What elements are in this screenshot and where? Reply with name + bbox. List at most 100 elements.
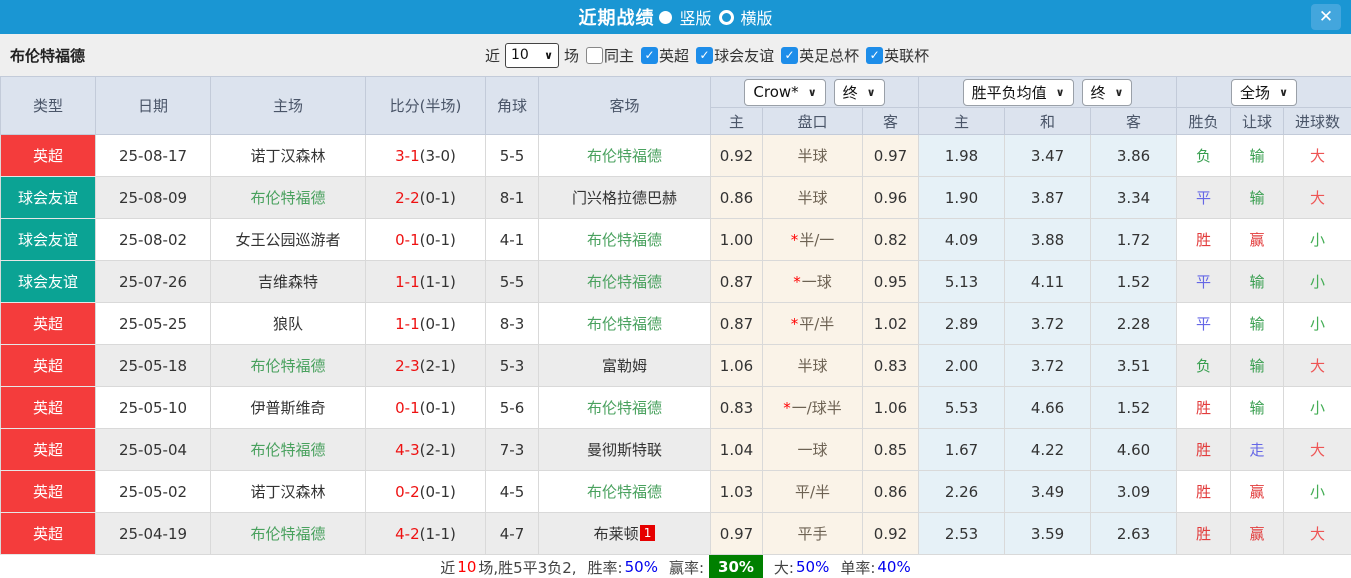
horizontal-layout-label[interactable]: 横版 — [741, 5, 773, 29]
col-header-handicap: 盘口 — [762, 107, 863, 135]
bookmaker-select[interactable]: Crow* ∨ — [744, 78, 826, 106]
home-team[interactable]: 布伦特福德 — [210, 344, 366, 387]
handicap-result: 输 — [1230, 176, 1285, 219]
league-label-premier[interactable]: 英超 — [659, 45, 689, 66]
away-team[interactable]: 曼彻斯特联 — [538, 428, 711, 471]
col-header-odds-home: 主 — [710, 107, 763, 135]
avg-draw-odds: 3.59 — [1004, 512, 1092, 555]
avg-home-odds: 5.53 — [918, 386, 1006, 429]
league-checkbox-facup[interactable]: ✓ — [781, 46, 799, 64]
home-team[interactable]: 诺丁汉森林 — [210, 470, 366, 513]
table-row: 英超 25-05-18 布伦特福德 2-3(2-1) 5-3 富勒姆 1.06 半球 0.83 2… — [0, 344, 1351, 387]
league-checkbox-friendly[interactable]: ✓ — [696, 46, 714, 64]
match-result: 平 — [1176, 260, 1232, 303]
match-result: 胜 — [1176, 218, 1232, 261]
home-team[interactable]: 布伦特福德 — [210, 512, 366, 555]
league-checkbox-eflcup[interactable]: ✓ — [866, 46, 884, 64]
avg-draw-odds: 3.49 — [1004, 470, 1092, 513]
handicap-controls-cell: Crow* ∨ 终 ∨ — [709, 76, 920, 108]
summary-oddswin-label: 赢率: — [668, 558, 705, 577]
handicap-result: 赢 — [1230, 470, 1285, 513]
vertical-layout-radio[interactable] — [659, 10, 673, 24]
handicap-home-odds: 1.04 — [710, 428, 763, 471]
handicap-result: 赢 — [1230, 512, 1285, 555]
home-team[interactable]: 狼队 — [210, 302, 366, 345]
close-button[interactable]: ✕ — [1311, 4, 1341, 30]
league-label-eflcup[interactable]: 英联杯 — [884, 45, 929, 66]
match-type-badge: 球会友谊 — [0, 176, 96, 219]
chevron-down-icon: ∨ — [544, 48, 554, 62]
handicap-away-odds: 0.97 — [861, 134, 920, 177]
chevron-down-icon: ∨ — [1055, 85, 1065, 99]
same-home-label[interactable]: 同主 — [604, 45, 634, 66]
handicap-line: *平/半 — [762, 302, 863, 345]
handicap-time-select[interactable]: 终 ∨ — [833, 78, 885, 106]
handicap-result: 输 — [1230, 386, 1285, 429]
table-row: 英超 25-05-10 伊普斯维奇 0-1(0-1) 5-6 布伦特福德 0.83 *一/球半… — [0, 386, 1351, 429]
match-count-value: 10 — [511, 47, 529, 63]
league-label-friendly[interactable]: 球会友谊 — [714, 45, 774, 66]
avg-away-odds: 4.60 — [1090, 428, 1178, 471]
match-type-badge: 英超 — [0, 470, 96, 513]
match-type-badge: 英超 — [0, 428, 96, 471]
games-label: 场 — [564, 46, 580, 65]
away-team[interactable]: 布伦特福德 — [538, 470, 711, 513]
home-team[interactable]: 布伦特福德 — [210, 428, 366, 471]
handicap-away-odds: 0.82 — [861, 218, 920, 261]
summary-single-value: 40% — [877, 558, 911, 576]
chevron-down-icon: ∨ — [807, 85, 817, 99]
avg-time-select[interactable]: 终 ∨ — [1081, 78, 1133, 106]
away-team[interactable]: 布伦特福德 — [538, 218, 711, 261]
goals-result: 大 — [1283, 176, 1351, 219]
summary-single-label: 单率: — [840, 558, 876, 577]
home-team[interactable]: 诺丁汉森林 — [210, 134, 366, 177]
col-header-handicap-result: 让球 — [1230, 107, 1285, 135]
away-team[interactable]: 布伦特福德 — [538, 134, 711, 177]
home-team[interactable]: 伊普斯维奇 — [210, 386, 366, 429]
match-date: 25-08-09 — [95, 176, 211, 219]
near-label: 近 — [485, 46, 501, 65]
match-date: 25-05-02 — [95, 470, 211, 513]
away-team[interactable]: 富勒姆 — [538, 344, 711, 387]
scope-controls-cell: 全场 ∨ — [1176, 76, 1351, 108]
handicap-line: *一球 — [762, 260, 863, 303]
goals-result: 小 — [1283, 218, 1351, 261]
col-header-avg-away: 客 — [1090, 107, 1178, 135]
same-home-checkbox[interactable] — [586, 46, 604, 64]
table-row: 球会友谊 25-08-09 布伦特福德 2-2(0-1) 8-1 门兴格拉德巴赫 0.86 半… — [0, 176, 1351, 219]
match-count-select[interactable]: 10 ∨ — [505, 42, 560, 68]
col-header-away: 客场 — [538, 76, 711, 135]
match-result: 平 — [1176, 176, 1232, 219]
home-team[interactable]: 吉维森特 — [210, 260, 366, 303]
title-bar: 近期战绩 竖版 横版 ✕ — [0, 0, 1351, 34]
table-row: 英超 25-05-25 狼队 1-1(0-1) 8-3 布伦特福德 0.87 *平/半 1.02… — [0, 302, 1351, 345]
bookmaker-select-value: Crow* — [753, 83, 799, 101]
horizontal-layout-radio[interactable] — [718, 9, 734, 25]
match-date: 25-05-25 — [95, 302, 211, 345]
league-checkbox-premier[interactable]: ✓ — [641, 46, 659, 64]
summary-oddswin-value: 30% — [709, 555, 763, 578]
check-icon: ✓ — [644, 48, 655, 62]
scope-select[interactable]: 全场 ∨ — [1231, 78, 1297, 106]
away-team[interactable]: 布莱顿 1 — [538, 512, 711, 555]
avg-odds-select[interactable]: 胜平负均值 ∨ — [962, 78, 1074, 106]
away-team[interactable]: 门兴格拉德巴赫 — [538, 176, 711, 219]
handicap-line: *半/一 — [762, 218, 863, 261]
avg-home-odds: 2.53 — [918, 512, 1006, 555]
filter-bar: 布伦特福德 近 10 ∨ 场 同主 ✓ 英超 ✓ 球会友谊 ✓ 英足总杯 ✓ 英… — [0, 34, 1351, 76]
handicap-home-odds: 1.03 — [710, 470, 763, 513]
away-team[interactable]: 布伦特福德 — [538, 260, 711, 303]
vertical-layout-label[interactable]: 竖版 — [679, 5, 711, 29]
avg-away-odds: 3.09 — [1090, 470, 1178, 513]
away-team[interactable]: 布伦特福德 — [538, 386, 711, 429]
home-team[interactable]: 布伦特福德 — [210, 176, 366, 219]
match-result: 负 — [1176, 344, 1232, 387]
league-label-facup[interactable]: 英足总杯 — [799, 45, 859, 66]
col-header-corner: 角球 — [485, 76, 539, 135]
handicap-line: 半球 — [762, 134, 863, 177]
away-team[interactable]: 布伦特福德 — [538, 302, 711, 345]
match-score: 1-1(1-1) — [365, 260, 486, 303]
match-type-badge: 英超 — [0, 134, 96, 177]
home-team[interactable]: 女王公园巡游者 — [210, 218, 366, 261]
avg-home-odds: 1.67 — [918, 428, 1006, 471]
